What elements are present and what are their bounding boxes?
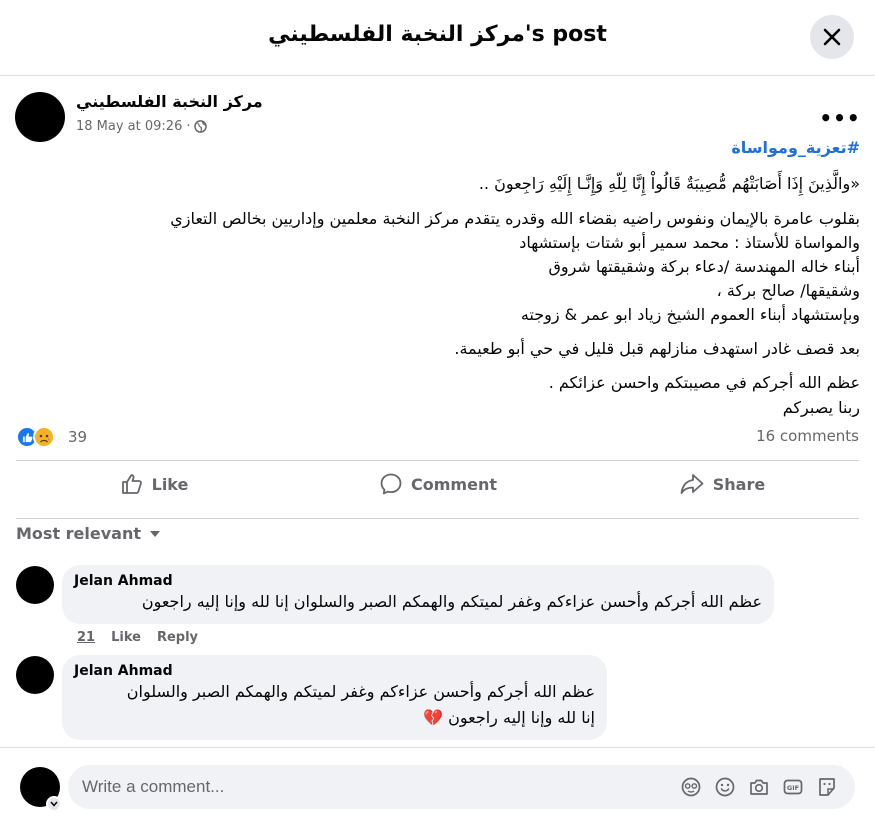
post-more-button[interactable]: ••• <box>819 100 859 136</box>
share-button[interactable]: Share <box>584 464 860 504</box>
comments-count[interactable]: 16 comments <box>756 427 859 445</box>
comment-composer: GIF <box>0 747 875 832</box>
camera-icon[interactable] <box>748 776 770 798</box>
globe-icon <box>194 120 208 133</box>
post-timestamp[interactable]: 18 May at 09:26 <box>76 119 182 134</box>
close-icon <box>823 28 841 46</box>
post-hashtag-line: #تعزية_ومواساة <box>16 136 860 159</box>
sort-label: Most relevant <box>16 524 141 543</box>
caret-down-icon <box>150 530 160 537</box>
like-label: Like <box>151 474 189 494</box>
post-meta: 18 May at 09:26 · <box>76 119 208 134</box>
share-label: Share <box>712 474 766 494</box>
dialog-title: مركز النخبة الفلسطيني's post <box>268 22 607 47</box>
comment-label: Comment <box>411 474 497 494</box>
comment-button[interactable]: Comment <box>300 464 576 504</box>
share-arrow-icon <box>680 474 704 494</box>
comment-actions: 21 Like Reply <box>77 630 198 645</box>
speech-bubble-icon <box>380 473 402 495</box>
post-text-line: بقلوب عامرة بالإيمان ونفوس راضيه بقضاء ا… <box>170 209 860 228</box>
gif-icon[interactable]: GIF <box>782 776 804 798</box>
profile-switch-button[interactable] <box>46 796 62 812</box>
hashtag-link[interactable]: #تعزية_ومواساة <box>731 138 860 157</box>
commenter-avatar[interactable] <box>16 566 54 604</box>
emoji-icon[interactable] <box>714 776 736 798</box>
post-text-line: أبناء خاله المهندسة /دعاء بركة وشقيقتها … <box>548 257 860 276</box>
commenter-name[interactable]: Jelan Ahmad <box>74 663 595 679</box>
post-text-line: «والَّذِينَ إِذَا أَصَابَتْهُم مُّصِيبَة… <box>478 174 860 193</box>
commenter-name[interactable]: Jelan Ahmad <box>74 573 762 589</box>
comment-bubble: Jelan Ahmad عظم الله أجركم وأحسن عزاءكم … <box>62 565 774 624</box>
comment-time[interactable]: 21 <box>77 630 95 645</box>
sad-reaction-icon <box>33 426 55 448</box>
close-button[interactable] <box>810 15 854 59</box>
comment-reply-button[interactable]: Reply <box>157 630 198 645</box>
comment-text: إنا لله وإنا إليه راجعون 💔 <box>423 708 595 727</box>
post-text-line: والمواساة للأستاذ : محمد سمير أبو شتات ب… <box>519 233 860 252</box>
post-text-line: وبإستشهاد أبناء العموم الشيخ زياد ابو عم… <box>520 305 860 324</box>
avatar-sticker-icon[interactable] <box>680 776 702 798</box>
comment-bubble: Jelan Ahmad عظم الله أجركم وأحسن عزاءكم … <box>62 655 607 740</box>
sticker-icon[interactable] <box>816 776 838 798</box>
post-text-line: بعد قصف غادر استهدف منازلهم قبل قليل في … <box>454 339 860 358</box>
reaction-count[interactable]: 39 <box>68 428 87 446</box>
post-text-line: وشقيقها/ صالح بركة ، <box>716 281 860 300</box>
reaction-icons[interactable] <box>16 426 55 448</box>
post-text-line: عظم الله أجركم في مصيبتكم واحسن عزائكم . <box>548 373 860 392</box>
divider <box>16 518 859 519</box>
page-avatar[interactable] <box>15 92 65 142</box>
like-button[interactable]: Like <box>16 464 292 504</box>
post-text-line: ربنا يصبركم <box>782 398 860 417</box>
comment-sort-dropdown[interactable]: Most relevant <box>16 524 161 543</box>
meta-separator: · <box>186 119 191 134</box>
thumbs-up-icon <box>121 474 142 494</box>
divider <box>16 460 859 461</box>
post-author[interactable]: مركز النخبة الفلسطيني <box>76 92 263 111</box>
comment-text: عظم الله أجركم وأحسن عزاءكم وغفر لميتكم … <box>141 592 762 611</box>
svg-text:GIF: GIF <box>787 784 799 792</box>
commenter-avatar[interactable] <box>16 656 54 694</box>
chevron-down-icon <box>50 801 58 807</box>
comment-text: عظم الله أجركم وأحسن عزاءكم وغفر لميتكم … <box>126 682 595 701</box>
composer-icons: GIF <box>680 776 838 798</box>
reactions-summary: 39 16 comments <box>16 425 859 451</box>
comment-like-button[interactable]: Like <box>111 630 141 645</box>
dialog-header: مركز النخبة الفلسطيني's post <box>0 0 875 76</box>
